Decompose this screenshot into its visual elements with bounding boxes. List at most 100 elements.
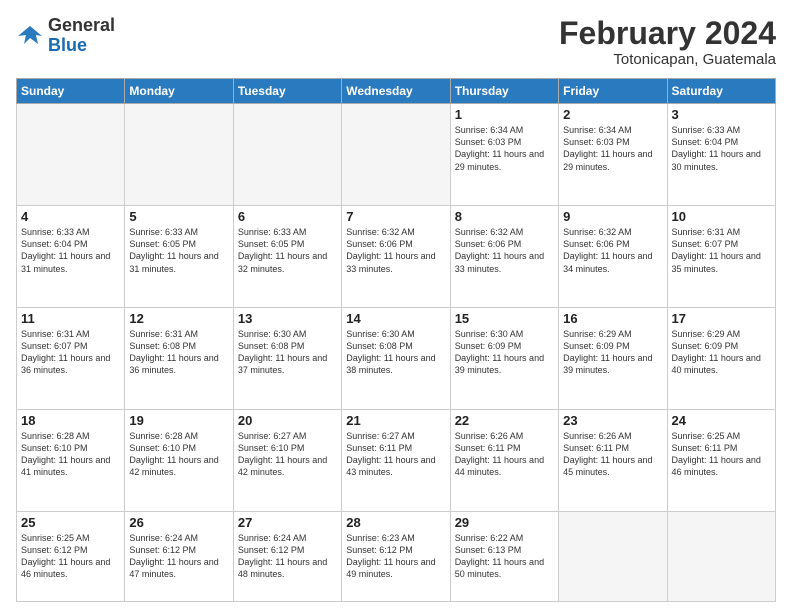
calendar-day-cell — [125, 104, 233, 206]
calendar-day-cell — [233, 104, 341, 206]
header-wednesday: Wednesday — [342, 79, 450, 104]
day-number: 29 — [455, 515, 554, 530]
calendar-day-cell: 7 Sunrise: 6:32 AM Sunset: 6:06 PM Daylig… — [342, 206, 450, 308]
day-number: 11 — [21, 311, 120, 326]
logo-text: General Blue — [48, 16, 115, 56]
header-friday: Friday — [559, 79, 667, 104]
day-number: 15 — [455, 311, 554, 326]
day-number: 20 — [238, 413, 337, 428]
day-info: Sunrise: 6:33 AM Sunset: 6:05 PM Dayligh… — [129, 226, 228, 275]
day-info: Sunrise: 6:34 AM Sunset: 6:03 PM Dayligh… — [455, 124, 554, 173]
day-info: Sunrise: 6:32 AM Sunset: 6:06 PM Dayligh… — [563, 226, 662, 275]
calendar-week-row: 4 Sunrise: 6:33 AM Sunset: 6:04 PM Daylig… — [17, 206, 776, 308]
calendar-day-cell: 1 Sunrise: 6:34 AM Sunset: 6:03 PM Daylig… — [450, 104, 558, 206]
calendar-week-row: 25Sunrise: 6:25 AM Sunset: 6:12 PM Dayli… — [17, 511, 776, 601]
calendar-day-cell: 3 Sunrise: 6:33 AM Sunset: 6:04 PM Daylig… — [667, 104, 775, 206]
day-info: Sunrise: 6:27 AM Sunset: 6:10 PM Dayligh… — [238, 430, 337, 479]
day-info: Sunrise: 6:31 AM Sunset: 6:07 PM Dayligh… — [672, 226, 771, 275]
page-header: General Blue February 2024 Totonicapan, … — [16, 16, 776, 68]
day-info: Sunrise: 6:30 AM Sunset: 6:08 PM Dayligh… — [238, 328, 337, 377]
day-number: 25 — [21, 515, 120, 530]
day-info: Sunrise: 6:28 AM Sunset: 6:10 PM Dayligh… — [21, 430, 120, 479]
day-number: 16 — [563, 311, 662, 326]
calendar-day-cell: 4 Sunrise: 6:33 AM Sunset: 6:04 PM Daylig… — [17, 206, 125, 308]
day-info: Sunrise: 6:30 AM Sunset: 6:09 PM Dayligh… — [455, 328, 554, 377]
logo-general: General — [48, 16, 115, 36]
calendar-day-cell: 23 Sunrise: 6:26 AM Sunset: 6:11 PM Dayli… — [559, 409, 667, 511]
calendar-day-cell: 18Sunrise: 6:28 AM Sunset: 6:10 PM Dayli… — [17, 409, 125, 511]
calendar-day-cell: 27 Sunrise: 6:24 AM Sunset: 6:12 PM Dayli… — [233, 511, 341, 601]
day-number: 14 — [346, 311, 445, 326]
calendar-day-cell: 16Sunrise: 6:29 AM Sunset: 6:09 PM Dayli… — [559, 308, 667, 410]
day-info: Sunrise: 6:32 AM Sunset: 6:06 PM Dayligh… — [455, 226, 554, 275]
calendar-day-cell: 21Sunrise: 6:27 AM Sunset: 6:11 PM Dayli… — [342, 409, 450, 511]
day-info: Sunrise: 6:22 AM Sunset: 6:13 PM Dayligh… — [455, 532, 554, 581]
calendar-day-cell: 28Sunrise: 6:23 AM Sunset: 6:12 PM Dayli… — [342, 511, 450, 601]
logo: General Blue — [16, 16, 115, 56]
header-tuesday: Tuesday — [233, 79, 341, 104]
header-thursday: Thursday — [450, 79, 558, 104]
day-number: 3 — [672, 107, 771, 122]
calendar-title: February 2024 — [559, 16, 776, 51]
day-info: Sunrise: 6:28 AM Sunset: 6:10 PM Dayligh… — [129, 430, 228, 479]
day-number: 10 — [672, 209, 771, 224]
day-number: 8 — [455, 209, 554, 224]
day-number: 7 — [346, 209, 445, 224]
calendar-day-cell: 9 Sunrise: 6:32 AM Sunset: 6:06 PM Daylig… — [559, 206, 667, 308]
day-info: Sunrise: 6:33 AM Sunset: 6:04 PM Dayligh… — [21, 226, 120, 275]
day-info: Sunrise: 6:30 AM Sunset: 6:08 PM Dayligh… — [346, 328, 445, 377]
calendar-day-cell: 20 Sunrise: 6:27 AM Sunset: 6:10 PM Dayli… — [233, 409, 341, 511]
calendar-day-cell: 5Sunrise: 6:33 AM Sunset: 6:05 PM Daylig… — [125, 206, 233, 308]
day-number: 27 — [238, 515, 337, 530]
calendar-day-cell — [667, 511, 775, 601]
calendar-day-cell — [17, 104, 125, 206]
day-number: 13 — [238, 311, 337, 326]
calendar-day-cell: 15 Sunrise: 6:30 AM Sunset: 6:09 PM Dayli… — [450, 308, 558, 410]
calendar-day-cell: 29 Sunrise: 6:22 AM Sunset: 6:13 PM Dayli… — [450, 511, 558, 601]
calendar-day-cell: 14 Sunrise: 6:30 AM Sunset: 6:08 PM Dayli… — [342, 308, 450, 410]
day-number: 28 — [346, 515, 445, 530]
calendar-day-cell: 10 Sunrise: 6:31 AM Sunset: 6:07 PM Dayli… — [667, 206, 775, 308]
day-number: 22 — [455, 413, 554, 428]
day-number: 23 — [563, 413, 662, 428]
day-info: Sunrise: 6:26 AM Sunset: 6:11 PM Dayligh… — [563, 430, 662, 479]
day-number: 1 — [455, 107, 554, 122]
calendar-day-cell: 6 Sunrise: 6:33 AM Sunset: 6:05 PM Daylig… — [233, 206, 341, 308]
day-info: Sunrise: 6:32 AM Sunset: 6:06 PM Dayligh… — [346, 226, 445, 275]
calendar-day-cell: 25Sunrise: 6:25 AM Sunset: 6:12 PM Dayli… — [17, 511, 125, 601]
day-info: Sunrise: 6:26 AM Sunset: 6:11 PM Dayligh… — [455, 430, 554, 479]
day-number: 4 — [21, 209, 120, 224]
calendar-day-cell — [342, 104, 450, 206]
logo-blue: Blue — [48, 36, 115, 56]
calendar-day-cell: 19 Sunrise: 6:28 AM Sunset: 6:10 PM Dayli… — [125, 409, 233, 511]
title-block: February 2024 Totonicapan, Guatemala — [559, 16, 776, 68]
day-info: Sunrise: 6:33 AM Sunset: 6:04 PM Dayligh… — [672, 124, 771, 173]
day-info: Sunrise: 6:34 AM Sunset: 6:03 PM Dayligh… — [563, 124, 662, 173]
header-monday: Monday — [125, 79, 233, 104]
calendar-week-row: 18Sunrise: 6:28 AM Sunset: 6:10 PM Dayli… — [17, 409, 776, 511]
weekday-header-row: Sunday Monday Tuesday Wednesday Thursday… — [17, 79, 776, 104]
day-number: 24 — [672, 413, 771, 428]
calendar-day-cell: 11 Sunrise: 6:31 AM Sunset: 6:07 PM Dayli… — [17, 308, 125, 410]
day-number: 17 — [672, 311, 771, 326]
calendar-day-cell: 2Sunrise: 6:34 AM Sunset: 6:03 PM Daylig… — [559, 104, 667, 206]
calendar-day-cell: 22 Sunrise: 6:26 AM Sunset: 6:11 PM Dayli… — [450, 409, 558, 511]
day-number: 26 — [129, 515, 228, 530]
day-info: Sunrise: 6:24 AM Sunset: 6:12 PM Dayligh… — [238, 532, 337, 581]
day-info: Sunrise: 6:33 AM Sunset: 6:05 PM Dayligh… — [238, 226, 337, 275]
logo-bird-icon — [16, 22, 44, 50]
day-number: 9 — [563, 209, 662, 224]
header-sunday: Sunday — [17, 79, 125, 104]
calendar-week-row: 1 Sunrise: 6:34 AM Sunset: 6:03 PM Daylig… — [17, 104, 776, 206]
day-info: Sunrise: 6:29 AM Sunset: 6:09 PM Dayligh… — [672, 328, 771, 377]
day-info: Sunrise: 6:25 AM Sunset: 6:11 PM Dayligh… — [672, 430, 771, 479]
calendar-subtitle: Totonicapan, Guatemala — [559, 51, 776, 68]
day-info: Sunrise: 6:27 AM Sunset: 6:11 PM Dayligh… — [346, 430, 445, 479]
day-number: 6 — [238, 209, 337, 224]
day-info: Sunrise: 6:31 AM Sunset: 6:07 PM Dayligh… — [21, 328, 120, 377]
header-saturday: Saturday — [667, 79, 775, 104]
day-number: 19 — [129, 413, 228, 428]
calendar-day-cell — [559, 511, 667, 601]
calendar-day-cell: 17 Sunrise: 6:29 AM Sunset: 6:09 PM Dayli… — [667, 308, 775, 410]
calendar-day-cell: 12Sunrise: 6:31 AM Sunset: 6:08 PM Dayli… — [125, 308, 233, 410]
